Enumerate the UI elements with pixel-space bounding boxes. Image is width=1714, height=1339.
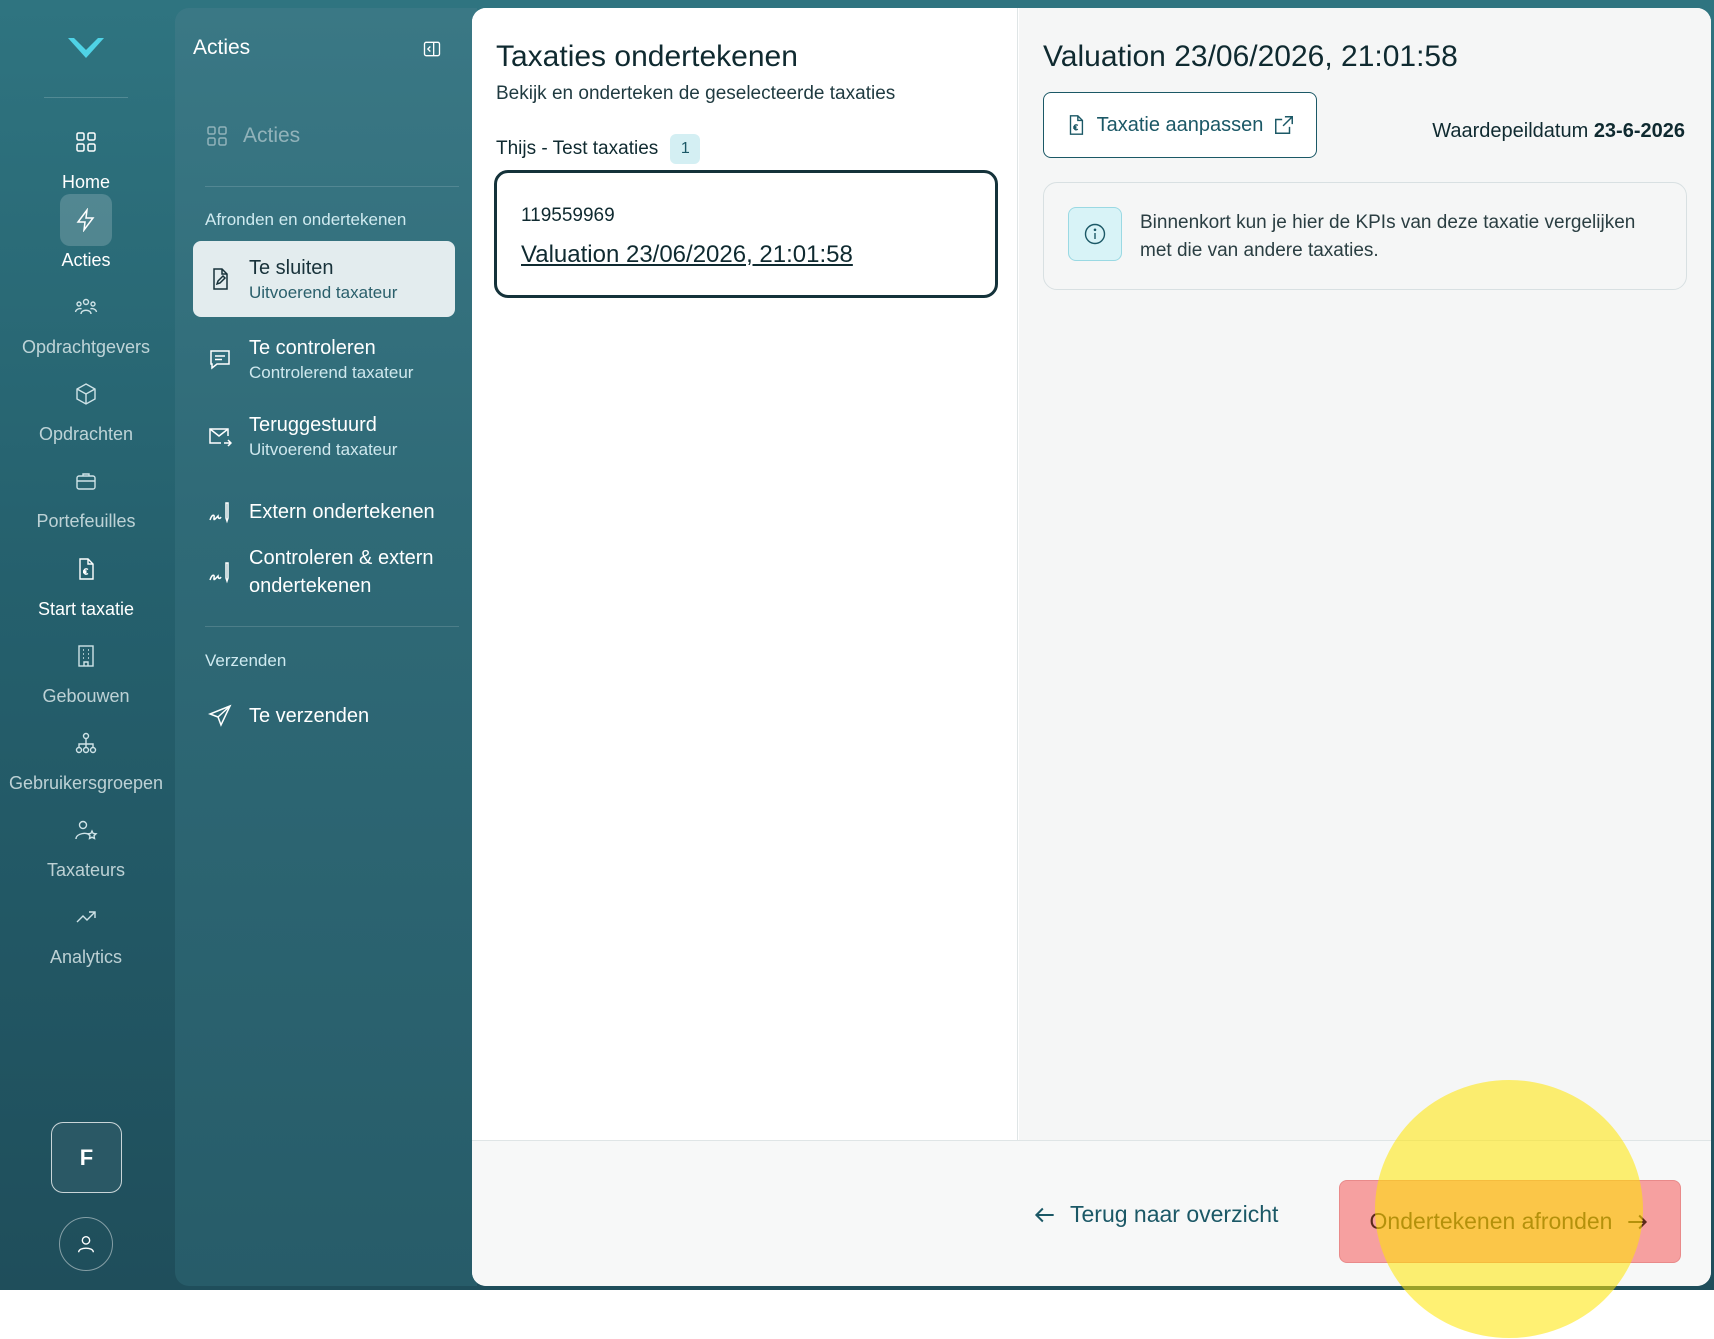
trend-icon [60,891,112,943]
users-icon [60,281,112,333]
sidebar-item-label: Extern ondertekenen [249,501,435,523]
icon-rail: Home Acties Opdrachtgevers Opdrachten Po… [0,0,172,1290]
back-label: Terug naar overzicht [1070,1201,1279,1227]
page-subtitle: Bekijk en onderteken de geselecteerde ta… [496,83,896,104]
edit-valuation-button[interactable]: Taxatie aanpassen [1043,92,1317,158]
lightning-icon [60,194,112,246]
external-link-icon [1275,116,1294,134]
valuation-card[interactable]: 119559969 Valuation 23/06/2026, 21:01:58 [494,170,998,298]
signature-icon [207,499,233,525]
rail-label: Acties [61,250,111,270]
group-count-badge: 1 [670,134,701,164]
rail-item-taxateurs[interactable]: Taxateurs [0,804,172,896]
rail-label: Opdrachten [38,424,134,444]
logo-checkmark[interactable] [64,32,108,64]
mail-return-icon [207,423,233,449]
sidebar-item-sublabel: Uitvoerend taxateur [249,440,398,459]
group-header: Thijs - Test taxaties 1 [496,134,701,164]
peildatum-label: Waardepeildatum [1432,120,1589,142]
rail-label: Analytics [49,947,123,967]
chat-icon [207,346,233,372]
sidebar-item-extern-ondertekenen[interactable]: Extern ondertekenen [193,482,455,542]
document-edit-icon [207,266,233,292]
rail-item-gebouwen[interactable]: Gebouwen [0,630,172,722]
rail-label: Gebruikersgroepen [8,773,164,793]
sidebar-item-label: Controleren & extern ondertekenen [249,547,434,597]
peildatum-value: 23-6-2026 [1593,120,1685,142]
rail-item-start-taxatie[interactable]: Start taxatie [0,543,172,635]
sidebar-item-te-verzenden[interactable]: Te verzenden [193,686,455,746]
section-verzenden-heading: Verzenden [205,651,287,670]
sidebar-acties-label: Acties [243,124,301,147]
actions-sidebar: Acties Acties Afronden en ondertekenen T… [175,8,477,1286]
send-icon [207,703,233,729]
sidebar-divider [205,186,459,187]
building-icon [60,630,112,682]
user-star-icon [60,804,112,856]
collapse-sidebar-button[interactable] [419,36,445,62]
user-profile-button[interactable] [59,1217,113,1271]
grid-icon [207,126,227,146]
group-name: Thijs - Test taxaties [496,138,659,159]
sidebar-item-controleren-extern[interactable]: Controleren & extern ondertekenen [193,536,455,608]
section-afronden-heading: Afronden en ondertekenen [205,210,407,229]
rail-label: Taxateurs [46,860,126,880]
detail-title: Valuation 23/06/2026, 21:01:58 [1043,40,1458,73]
valuation-link[interactable]: Valuation 23/06/2026, 21:01:58 [521,241,853,269]
sidebar-divider [205,626,459,627]
valuations-list-pane: Taxaties ondertekenen Bekijk en ondertek… [472,8,1018,1140]
sidebar-item-te-controleren[interactable]: Te controleren Controlerend taxateur [193,326,455,392]
finish-label: Ondertekenen afronden [1369,1208,1613,1234]
rail-label: Opdrachtgevers [21,337,151,357]
signature-icon [207,559,233,585]
arrow-right-icon [1628,1214,1648,1229]
user-icon [77,1235,95,1253]
organization-avatar[interactable]: F [51,1122,122,1193]
rail-label: Start taxatie [37,599,135,619]
document-euro-icon [60,543,112,595]
finish-signing-button[interactable]: Ondertekenen afronden [1339,1180,1681,1263]
peildatum: Waardepeildatum 23-6-2026 [1432,120,1685,143]
briefcase-icon [60,455,112,507]
rail-item-acties[interactable]: Acties [0,194,172,286]
cube-icon [60,368,112,420]
valuation-detail-pane: Valuation 23/06/2026, 21:01:58 Taxatie a… [1019,8,1711,1140]
sidebar-acties-link[interactable]: Acties [205,124,300,148]
action-footer: Terug naar overzicht Ondertekenen afrond… [472,1140,1711,1286]
rail-label: Home [61,172,110,192]
page-title: Taxaties ondertekenen [496,40,798,73]
rail-label: Portefeuilles [36,511,136,531]
rail-divider [44,97,128,98]
rail-label: Gebouwen [42,686,130,706]
sidebar-collapse-icon [423,41,441,57]
home-icon [60,116,112,168]
back-to-overview-button[interactable]: Terug naar overzicht [1032,1201,1278,1228]
edit-valuation-label: Taxatie aanpassen [1096,113,1264,136]
sidebar-item-label: Te sluiten [249,257,334,279]
rail-item-gebruikersgroepen[interactable]: Gebruikersgroepen [0,717,172,809]
avatar-letter: F [79,1144,94,1170]
valuation-id: 119559969 [521,205,615,226]
info-icon [1068,207,1122,261]
rail-item-opdrachtgevers[interactable]: Opdrachtgevers [0,281,172,373]
rail-item-opdrachten[interactable]: Opdrachten [0,368,172,460]
sidebar-item-sublabel: Uitvoerend taxateur [249,283,398,302]
kpi-info-box: Binnenkort kun je hier de KPIs van deze … [1043,182,1687,290]
sidebar-title: Acties [193,36,251,59]
rail-item-portefeuilles[interactable]: Portefeuilles [0,455,172,547]
app-shell: Home Acties Opdrachtgevers Opdrachten Po… [0,0,1714,1290]
rail-item-analytics[interactable]: Analytics [0,891,172,983]
sidebar-item-label: Te verzenden [249,705,370,727]
arrow-left-icon [1034,1207,1054,1222]
document-euro-icon [1069,115,1083,135]
sidebar-item-sublabel: Controlerend taxateur [249,363,414,382]
hierarchy-icon [60,717,112,769]
sidebar-item-label: Teruggestuurd [249,414,377,436]
sidebar-item-teruggestuurd[interactable]: Teruggestuurd Uitvoerend taxateur [193,403,455,469]
kpi-info-text: Binnenkort kun je hier de KPIs van deze … [1140,212,1636,261]
sidebar-item-label: Te controleren [249,337,376,359]
main-panel: Taxaties ondertekenen Bekijk en ondertek… [472,8,1711,1286]
sidebar-item-te-sluiten[interactable]: Te sluiten Uitvoerend taxateur [193,241,455,317]
